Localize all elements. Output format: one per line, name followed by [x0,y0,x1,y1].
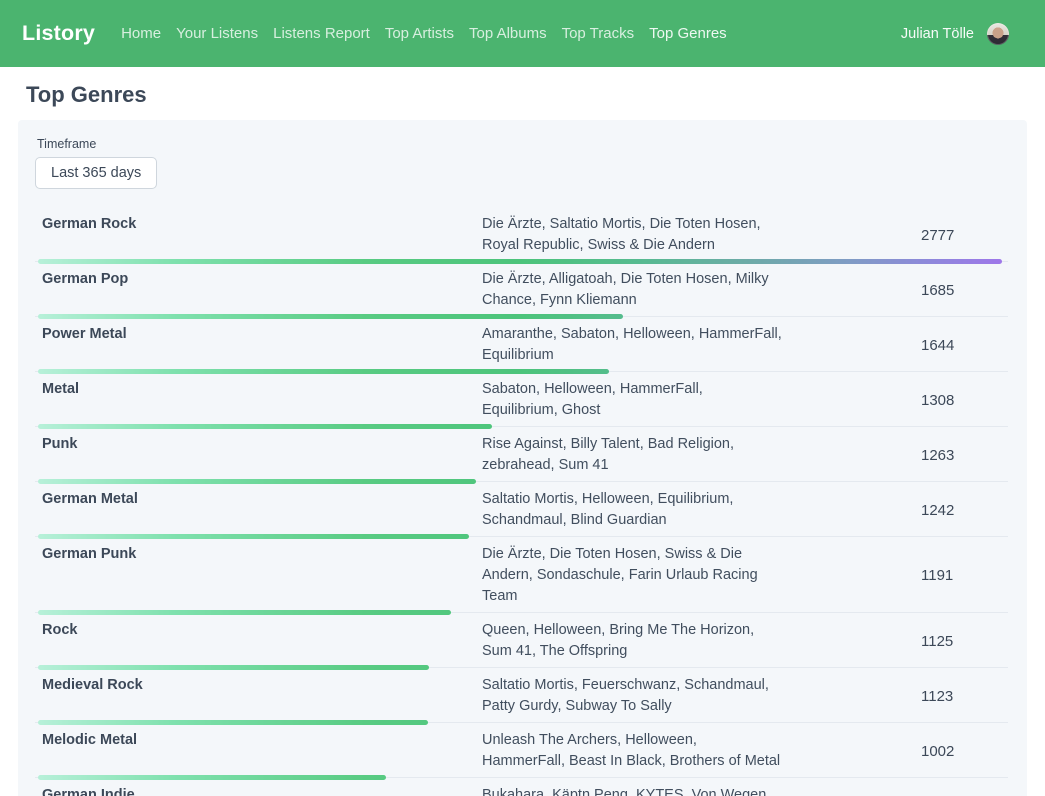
genre-listen-count: 1242 [782,502,1008,519]
nav-item-your-listens[interactable]: Your Listens [176,25,258,42]
genre-listen-count: 1644 [782,337,1008,354]
nav-item-top-artists[interactable]: Top Artists [385,25,454,42]
genre-listen-count: 1002 [782,743,1008,760]
genre-listen-count: 1123 [782,688,1008,705]
timeframe-select[interactable]: Last 365 days [35,157,157,189]
genre-listen-count: 1685 [782,282,1008,299]
genre-listen-count: 1308 [782,392,1008,409]
genre-name: Punk [35,434,482,476]
genre-listen-count: 1125 [782,633,1008,650]
genre-name: German Punk [35,544,482,607]
genre-row: German PunkDie Ärzte, Die Toten Hosen, S… [35,537,1008,613]
genre-name: German Indie [35,785,482,796]
genre-name: Melodic Metal [35,730,482,772]
nav-item-listens-report[interactable]: Listens Report [273,25,370,42]
genre-top-artists: Die Ärzte, Saltatio Mortis, Die Toten Ho… [482,214,782,256]
genre-top-artists: Die Ärzte, Alligatoah, Die Toten Hosen, … [482,269,782,311]
genre-listen-count: 1191 [782,567,1008,584]
genre-name: Power Metal [35,324,482,366]
genre-row: Medieval RockSaltatio Mortis, Feuerschwa… [35,668,1008,723]
genre-top-artists: Queen, Helloween, Bring Me The Horizon, … [482,620,782,662]
genre-top-artists: Bukahara, Käptn Peng, KYTES, Von Wegen L… [482,785,782,796]
top-genres-card: Timeframe Last 365 days German RockDie Ä… [18,120,1027,796]
page-title: Top Genres [26,82,1045,108]
genre-top-artists: Unleash The Archers, Helloween, HammerFa… [482,730,782,772]
genres-table: German RockDie Ärzte, Saltatio Mortis, D… [35,207,1008,796]
genre-row: MetalSabaton, Helloween, HammerFall, Equ… [35,372,1008,427]
genre-row: PunkRise Against, Billy Talent, Bad Reli… [35,427,1008,482]
genre-row: Melodic MetalUnleash The Archers, Hellow… [35,723,1008,778]
genre-top-artists: Saltatio Mortis, Feuerschwanz, Schandmau… [482,675,782,717]
user-area: Julian Tölle [901,23,1009,45]
genre-name: Medieval Rock [35,675,482,717]
genre-listen-count: 1263 [782,447,1008,464]
genre-row: German MetalSaltatio Mortis, Helloween, … [35,482,1008,537]
user-avatar[interactable] [987,23,1009,45]
genre-top-artists: Saltatio Mortis, Helloween, Equilibrium,… [482,489,782,531]
genre-name: German Pop [35,269,482,311]
app-header: Listory Home Your Listens Listens Report To… [0,0,1045,67]
nav-item-home[interactable]: Home [121,25,161,42]
timeframe-label: Timeframe [37,137,1010,151]
genre-name: German Metal [35,489,482,531]
genre-name: German Rock [35,214,482,256]
app-logo[interactable]: Listory [22,21,95,46]
genre-row: German IndieBukahara, Käptn Peng, KYTES,… [35,778,1008,796]
genre-top-artists: Rise Against, Billy Talent, Bad Religion… [482,434,782,476]
genre-row: German PopDie Ärzte, Alligatoah, Die Tot… [35,262,1008,317]
genre-top-artists: Amaranthe, Sabaton, Helloween, HammerFal… [482,324,782,366]
nav-item-top-genres[interactable]: Top Genres [649,25,727,42]
main-nav: Home Your Listens Listens Report Top Artist… [121,25,901,42]
genre-name: Rock [35,620,482,662]
user-name: Julian Tölle [901,26,974,42]
genre-listen-count: 2777 [782,227,1008,244]
genre-top-artists: Die Ärzte, Die Toten Hosen, Swiss & Die … [482,544,782,607]
genre-top-artists: Sabaton, Helloween, HammerFall, Equilibr… [482,379,782,421]
genre-name: Metal [35,379,482,421]
genre-row: German RockDie Ärzte, Saltatio Mortis, D… [35,207,1008,262]
nav-item-top-tracks[interactable]: Top Tracks [562,25,635,42]
genre-row: RockQueen, Helloween, Bring Me The Horiz… [35,613,1008,668]
nav-item-top-albums[interactable]: Top Albums [469,25,547,42]
genre-row: Power MetalAmaranthe, Sabaton, Helloween… [35,317,1008,372]
